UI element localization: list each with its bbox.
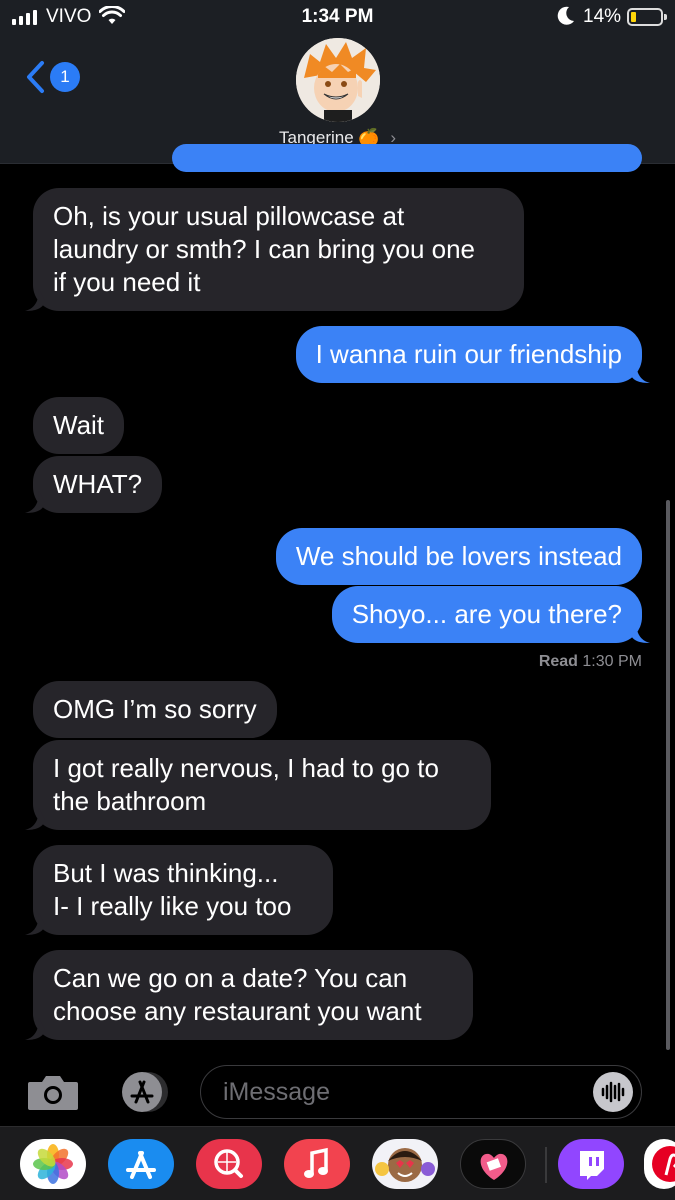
message-line: WHAT? <box>53 469 143 499</box>
message-line: Oh, is your usual pillowcase at <box>53 201 405 231</box>
message-bubble-received[interactable]: OMG I’m so sorry <box>33 681 277 738</box>
dock-separator <box>545 1147 547 1183</box>
message-line: choose any restaurant you want <box>53 996 422 1026</box>
message-line: I- I really like you too <box>53 891 292 921</box>
status-bar: VIVO 1:34 PM 14% <box>0 0 675 34</box>
message-bubble-partial <box>172 144 642 172</box>
read-receipt: Read 1:30 PM <box>539 653 642 671</box>
message-bubble-sent[interactable]: Shoyo... are you there? <box>331 586 650 643</box>
app-store-button[interactable] <box>114 1070 174 1119</box>
contact-avatar[interactable] <box>296 38 380 122</box>
read-time: 1:30 PM <box>582 653 642 670</box>
message-line: I wanna ruin our friendship <box>315 339 622 369</box>
camera-icon <box>28 1076 78 1110</box>
battery-percent: 14% <box>583 6 622 27</box>
imessage-app-drawer <box>0 1126 675 1200</box>
message-line: But I was thinking... <box>53 858 279 888</box>
message-bubble-sent[interactable]: I wanna ruin our friendship <box>295 326 650 383</box>
message-bubble-received[interactable]: Wait <box>33 397 125 454</box>
message-line: the bathroom <box>53 786 207 816</box>
compose-bar: iMessage <box>0 1060 675 1126</box>
message-bubble-received[interactable]: Can we go on a date? You can choose any … <box>25 950 473 1040</box>
message-line: I got really nervous, I had to go to <box>53 753 439 783</box>
camera-button[interactable] <box>26 1072 80 1117</box>
memoji-app-icon[interactable] <box>372 1139 438 1189</box>
photos-app-icon[interactable] <box>20 1139 86 1189</box>
unread-badge: 1 <box>50 62 80 92</box>
message-line: Wait <box>53 410 105 440</box>
battery-icon <box>627 8 667 26</box>
message-input-placeholder: iMessage <box>223 1078 330 1106</box>
music-app-icon[interactable] <box>284 1139 350 1189</box>
heart-stickers-app-icon[interactable] <box>460 1139 526 1189</box>
message-bubble-sent[interactable]: We should be lovers instead <box>275 528 642 585</box>
message-line: if you need it <box>53 267 201 297</box>
app-store-icon <box>122 1072 168 1112</box>
moon-icon <box>556 5 576 32</box>
message-bubble-received[interactable]: WHAT? <box>25 456 163 513</box>
chevron-left-icon <box>27 61 44 93</box>
message-bubble-received[interactable]: I got really nervous, I had to go to the… <box>25 740 491 830</box>
message-bubble-received[interactable]: But I was thinking... I- I really like y… <box>25 845 333 935</box>
message-line: Can we go on a date? You can <box>53 963 408 993</box>
web-search-app-icon[interactable] <box>196 1139 262 1189</box>
message-thread[interactable]: Oh, is your usual pillowcase at laundry … <box>0 144 675 1064</box>
read-label: Read <box>538 653 578 670</box>
pinterest-app-icon[interactable] <box>644 1139 675 1189</box>
message-line: We should be lovers instead <box>295 541 622 571</box>
message-bubble-received[interactable]: Oh, is your usual pillowcase at laundry … <box>25 188 524 311</box>
audio-message-button[interactable] <box>593 1072 633 1112</box>
waveform-icon <box>601 1081 625 1103</box>
message-input[interactable]: iMessage <box>200 1065 642 1119</box>
message-line: laundry or smth? I can bring you one <box>53 234 476 264</box>
app-store-app-icon[interactable] <box>108 1139 174 1189</box>
scrollbar[interactable] <box>666 500 670 1050</box>
twitch-app-icon[interactable] <box>558 1139 624 1189</box>
message-line: OMG I’m so sorry <box>53 694 257 724</box>
message-line: Shoyo... are you there? <box>351 599 622 629</box>
back-button[interactable]: 1 <box>24 60 80 94</box>
